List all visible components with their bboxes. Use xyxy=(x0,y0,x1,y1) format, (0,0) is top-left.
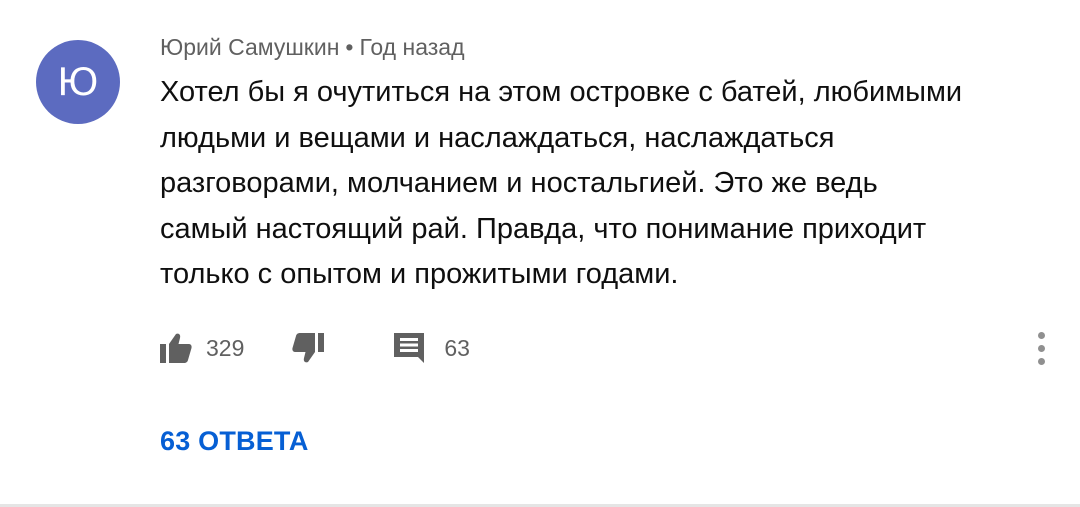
dislike-button[interactable] xyxy=(292,333,325,363)
view-replies-link[interactable]: 63 ОТВЕТА xyxy=(160,426,309,457)
author-name[interactable]: Юрий Самушкин xyxy=(160,34,339,60)
comment-time: Год назад xyxy=(359,34,465,60)
comment-actions: 329 63 xyxy=(160,330,470,366)
reply-button[interactable]: 63 xyxy=(394,333,470,363)
more-options-button[interactable] xyxy=(1030,330,1052,366)
comment-card: Ю Юрий Самушкин • Год назад Хотел бы я очу… xyxy=(0,0,1080,507)
like-button[interactable]: 329 xyxy=(160,333,244,363)
avatar[interactable]: Ю xyxy=(36,40,120,124)
more-vert-icon xyxy=(1037,331,1045,365)
thumbs-down-icon xyxy=(292,333,325,363)
like-count: 329 xyxy=(206,334,245,361)
reply-count: 63 xyxy=(444,334,470,361)
comment-text: Хотел бы я очутиться на этом островке с … xyxy=(160,76,963,290)
comment-icon xyxy=(394,333,425,363)
comment-meta: Юрий Самушкин • Год назад xyxy=(160,34,465,61)
thumbs-up-icon xyxy=(160,333,192,363)
meta-separator: • xyxy=(345,34,354,60)
